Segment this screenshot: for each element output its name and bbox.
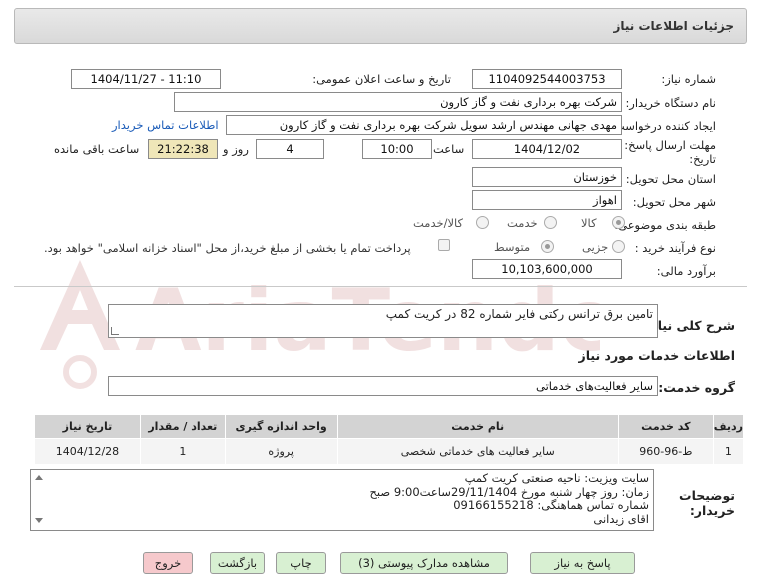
- need-number-field[interactable]: 1104092544003753: [472, 69, 622, 89]
- category-label: طبقه بندی موضوعی:: [614, 218, 716, 232]
- summary-label: شرح کلی نیاز:: [645, 318, 735, 333]
- category-goods-radio[interactable]: [612, 216, 625, 229]
- summary-textarea[interactable]: تامین برق ترانس رکتی فایر شماره 82 در کر…: [108, 304, 658, 338]
- cell-need-date: 1404/12/28: [34, 438, 141, 465]
- province-label: استان محل تحویل:: [625, 172, 716, 186]
- creator-label: ایجاد کننده درخواست:: [610, 119, 716, 133]
- estimate-label: برآورد مالی:: [656, 264, 716, 278]
- col-unit: واحد اندازه گیری: [224, 414, 338, 439]
- col-service-name: نام خدمت: [336, 414, 619, 439]
- purchase-type-label: نوع فرآیند خرید :: [634, 241, 716, 255]
- city-field[interactable]: اهواز: [472, 190, 622, 210]
- purchase-medium-radio[interactable]: [541, 240, 554, 253]
- remaining-time-label: ساعت باقی مانده: [54, 142, 140, 156]
- purchase-minor-label: جزیی: [582, 240, 609, 254]
- buyer-org-label: نام دستگاه خریدار:: [625, 96, 716, 110]
- treasury-payment-checkbox[interactable]: [438, 239, 450, 251]
- deadline-date-label: تاریخ:: [689, 152, 716, 166]
- cell-quantity: 1: [139, 438, 226, 465]
- notes-scrollbar[interactable]: [34, 473, 44, 527]
- service-group-field[interactable]: سایر فعالیت‌های خدماتی: [108, 376, 658, 396]
- table-row[interactable]: 1 ط-96-960 سایر فعالیت های خدماتی شخصی پ…: [34, 438, 745, 465]
- buyer-contact-link[interactable]: اطلاعات تماس خریدار: [112, 118, 219, 132]
- separator: [14, 286, 747, 287]
- cell-service-code: ط-96-960: [617, 438, 714, 465]
- category-service-radio[interactable]: [544, 216, 557, 229]
- services-section-title: اطلاعات خدمات مورد نیاز: [578, 348, 736, 363]
- notes-line: اقای زیدانی: [593, 511, 649, 526]
- notes-label: توضیحات: [679, 488, 735, 503]
- deadline-time-label: ساعت: [433, 142, 465, 156]
- deadline-date-field[interactable]: 1404/12/02: [472, 139, 622, 159]
- estimate-field[interactable]: 10,103,600,000: [472, 259, 622, 279]
- announce-date-label: تاریخ و ساعت اعلان عمومی:: [312, 72, 451, 86]
- treasury-payment-note: پرداخت تمام یا بخشی از مبلغ خرید،از محل …: [44, 241, 411, 255]
- notes-line: شماره تماس هماهنگی: 09166155218: [453, 498, 649, 512]
- col-quantity: تعداد / مقدار: [139, 414, 226, 439]
- header-bar: جزئیات اطلاعات نیاز: [14, 8, 747, 44]
- days-label: روز و: [223, 142, 249, 156]
- notes-line: زمان: روز چهار شنبه مورخ 29/11/1404ساعت9…: [369, 484, 649, 499]
- deadline-time-field[interactable]: 10:00: [362, 139, 432, 159]
- notes-label-2: خریدار:: [689, 503, 735, 518]
- category-service-label: خدمت: [507, 216, 538, 230]
- col-row-number: ردیف: [712, 414, 745, 439]
- view-attachments-button[interactable]: مشاهده مدارک پیوستی (3): [340, 552, 508, 574]
- print-button[interactable]: چاپ: [276, 552, 326, 574]
- category-goods-service-label: کالا/خدمت: [413, 216, 464, 230]
- page-title: جزئیات اطلاعات نیاز: [613, 19, 734, 33]
- resize-handle[interactable]: [111, 327, 119, 335]
- scroll-up-arrow-icon[interactable]: [35, 475, 43, 480]
- notes-textarea[interactable]: سایت ویزیت: ناحیه صنعتی کریت کمپ زمان: ر…: [30, 469, 654, 531]
- purchase-minor-radio[interactable]: [612, 240, 625, 253]
- reply-button[interactable]: پاسخ به نیاز: [530, 552, 635, 574]
- cell-row-number: 1: [712, 438, 745, 465]
- category-goods-service-radio[interactable]: [476, 216, 489, 229]
- province-field[interactable]: خوزستان: [472, 167, 622, 187]
- cell-unit: پروژه: [224, 438, 338, 465]
- summary-text: تامین برق ترانس رکتی فایر شماره 82 در کر…: [385, 307, 653, 321]
- purchase-medium-label: متوسط: [494, 240, 531, 254]
- creator-field[interactable]: مهدی جهانی مهندس ارشد سویل شرکت بهره برد…: [226, 115, 622, 135]
- service-group-label: گروه خدمت:: [658, 380, 735, 395]
- notes-line: سایت ویزیت: ناحیه صنعتی کریت کمپ: [464, 471, 649, 485]
- items-table: ردیف کد خدمت نام خدمت واحد اندازه گیری ت…: [34, 414, 745, 465]
- city-label: شهر محل تحویل:: [632, 195, 716, 209]
- back-button[interactable]: بازگشت: [210, 552, 265, 574]
- remaining-time-field: 21:22:38: [148, 139, 218, 159]
- buyer-org-field[interactable]: شرکت بهره برداری نفت و گاز کارون: [174, 92, 622, 112]
- days-remaining-field[interactable]: 4: [256, 139, 324, 159]
- need-number-label: شماره نیاز:: [661, 72, 716, 86]
- deadline-label: مهلت ارسال پاسخ: تا: [613, 138, 716, 152]
- table-header-row: ردیف کد خدمت نام خدمت واحد اندازه گیری ت…: [34, 414, 745, 439]
- cell-service-name: سایر فعالیت های خدماتی شخصی: [336, 438, 619, 465]
- scroll-down-arrow-icon[interactable]: [35, 518, 43, 523]
- announce-date-field[interactable]: 1404/11/27 - 11:10: [71, 69, 221, 89]
- category-goods-label: کالا: [581, 216, 597, 230]
- col-service-code: کد خدمت: [617, 414, 714, 439]
- exit-button[interactable]: خروج: [143, 552, 193, 574]
- col-need-date: تاریخ نیاز: [34, 414, 141, 439]
